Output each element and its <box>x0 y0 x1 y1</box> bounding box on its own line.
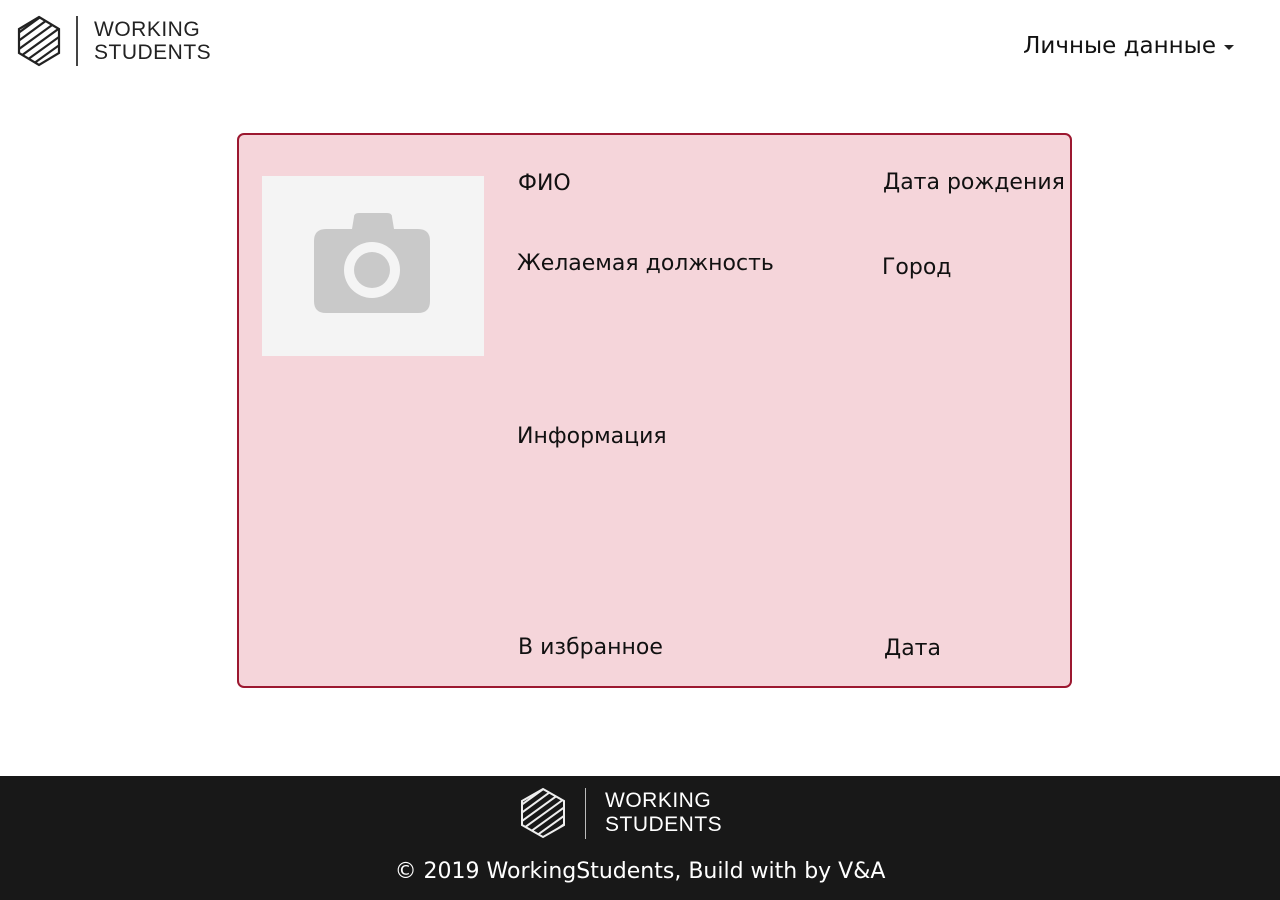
hexagon-logo-icon <box>519 786 567 840</box>
information-label: Информация <box>517 424 667 449</box>
photo-placeholder[interactable] <box>262 176 484 356</box>
profile-card: ФИО Дата рождения Желаемая должность Гор… <box>237 133 1072 688</box>
site-footer: WORKING STUDENTS © 2019 WorkingStudents,… <box>0 776 1280 900</box>
hexagon-logo-icon <box>16 14 62 68</box>
footer-logo[interactable]: WORKING STUDENTS <box>519 786 722 840</box>
fio-label: ФИО <box>518 171 571 196</box>
personal-data-label: Личные данные <box>1023 33 1216 59</box>
logo-line-1: WORKING <box>94 18 201 41</box>
header-logo[interactable]: WORKING STUDENTS <box>16 14 211 68</box>
logo-line-1: WORKING <box>605 789 712 812</box>
desired-position-label: Желаемая должность <box>517 251 774 276</box>
personal-data-dropdown[interactable]: Личные данные <box>1023 33 1234 59</box>
logo-divider <box>76 16 78 66</box>
add-to-favorites-link[interactable]: В избранное <box>518 635 663 660</box>
city-label: Город <box>882 255 952 280</box>
date-label: Дата <box>884 636 941 661</box>
copyright-text: © 2019 WorkingStudents, Build with by V&… <box>394 859 886 884</box>
site-header: WORKING STUDENTS Личные данные <box>0 0 1280 100</box>
logo-line-2: STUDENTS <box>94 41 212 64</box>
logo-line-2: STUDENTS <box>605 813 723 836</box>
logo-divider <box>585 787 586 839</box>
logo-text: WORKING STUDENTS <box>94 18 211 64</box>
birthdate-label: Дата рождения <box>883 170 1065 195</box>
logo-text: WORKING STUDENTS <box>605 789 722 837</box>
caret-down-icon <box>1224 45 1234 50</box>
camera-icon <box>314 213 432 319</box>
